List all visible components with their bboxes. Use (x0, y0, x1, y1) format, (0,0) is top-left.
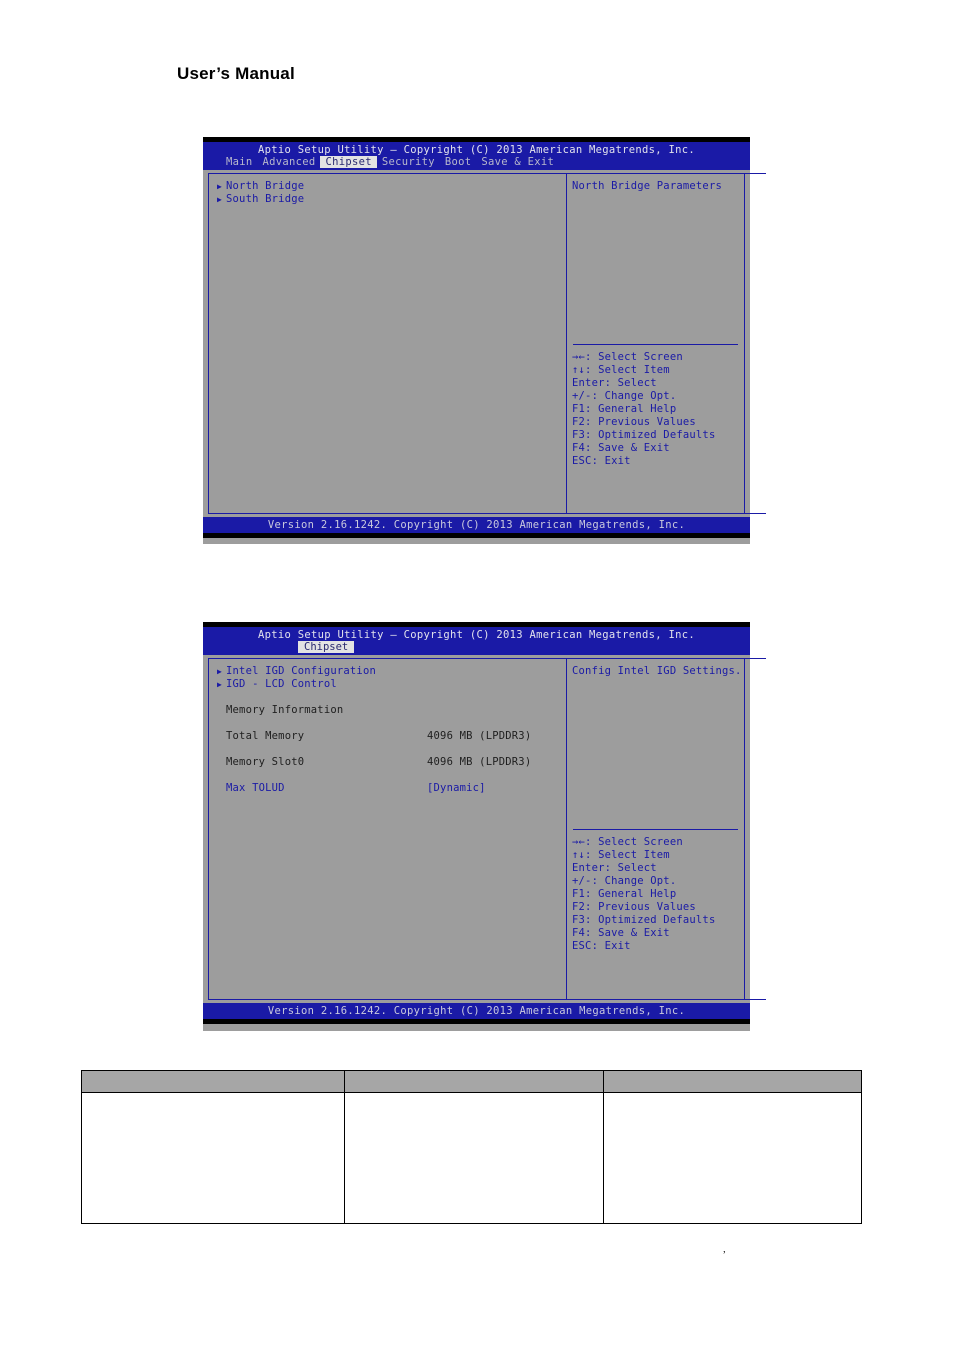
table-header (81, 1070, 862, 1093)
bios-help-divider (573, 344, 738, 345)
bios-title-bar: Aptio Setup Utility – Copyright (C) 2013… (203, 627, 750, 655)
bios-menu-item-main[interactable]: Main (221, 156, 258, 168)
table-cell (603, 1092, 862, 1224)
submenu-arrow-icon: ▶ (217, 195, 223, 204)
bios-row-label: Total Memory (226, 730, 305, 742)
bios-menu-item-boot[interactable]: Boot (440, 156, 477, 168)
bios-bottom-strip (203, 1019, 750, 1024)
table-body (81, 1092, 862, 1224)
submenu-arrow-icon: ▶ (217, 667, 223, 676)
bios-menu-item-security[interactable]: Security (377, 156, 440, 168)
footer-mark: , (723, 1243, 726, 1255)
bios-row-value: [Dynamic] (427, 782, 486, 794)
help-key-f1: F1: General Help (572, 888, 677, 900)
bios-menu-bar: Chipset (298, 641, 355, 653)
bios-item-label: North Bridge (226, 180, 305, 192)
settings-table (81, 1070, 862, 1224)
bios-title-text: Aptio Setup Utility – Copyright (C) 2013… (257, 629, 696, 641)
table-cell (344, 1092, 604, 1224)
bios-version-bar: Version 2.16.1242. Copyright (C) 2013 Am… (203, 517, 750, 533)
bios-menu-item-save-exit[interactable]: Save & Exit (476, 156, 559, 168)
help-key-change-opt: +/-: Change Opt. (572, 390, 677, 402)
help-key-f2: F2: Previous Values (572, 901, 696, 913)
bios-bottom-strip (203, 533, 750, 538)
help-key-enter: Enter: Select (572, 862, 657, 874)
table-header-cell-2 (344, 1070, 604, 1093)
help-key-f4: F4: Save & Exit (572, 927, 670, 939)
help-key-f3: F3: Optimized Defaults (572, 429, 716, 441)
bios-row-value: 4096 MB (LPDDR3) (427, 756, 532, 768)
help-key-select-screen: →←: Select Screen (572, 351, 683, 363)
bios-row-label: Memory Slot0 (226, 756, 305, 768)
help-key-esc: ESC: Exit (572, 940, 631, 952)
help-key-select-item: ↑↓: Select Item (572, 364, 670, 376)
page-title: User’s Manual (177, 64, 295, 83)
bios-item-label: South Bridge (226, 193, 305, 205)
bios-menu-item-advanced[interactable]: Advanced (258, 156, 321, 168)
help-key-enter: Enter: Select (572, 377, 657, 389)
bios-section-label: Memory Information (226, 704, 344, 716)
help-key-f3: F3: Optimized Defaults (572, 914, 716, 926)
help-key-f1: F1: General Help (572, 403, 677, 415)
bios-row-value: 4096 MB (LPDDR3) (427, 730, 532, 742)
table-cell (81, 1092, 345, 1224)
bios-menu-item-chipset[interactable]: Chipset (320, 156, 377, 168)
submenu-arrow-icon: ▶ (217, 680, 223, 689)
bios-help-panel: North Bridge Parameters →←: Select Scree… (566, 173, 745, 514)
bios-body: ▶ Intel IGD Configuration ▶ IGD - LCD Co… (203, 655, 766, 1003)
bios-title-bar: Aptio Setup Utility – Copyright (C) 2013… (203, 142, 750, 170)
bios-help-keys: →←: Select Screen ↑↓: Select Item Enter:… (572, 836, 715, 953)
table-header-row (81, 1070, 862, 1093)
bios-help-keys: →←: Select Screen ↑↓: Select Item Enter:… (572, 351, 715, 468)
table-header-cell-3 (603, 1070, 862, 1093)
help-key-change-opt: +/-: Change Opt. (572, 875, 677, 887)
help-key-select-item: ↑↓: Select Item (572, 849, 670, 861)
bios-title-text: Aptio Setup Utility – Copyright (C) 2013… (257, 144, 696, 156)
bios-version-bar: Version 2.16.1242. Copyright (C) 2013 Am… (203, 1003, 750, 1019)
bios-help-panel: Config Intel IGD Settings. →←: Select Sc… (566, 658, 745, 1000)
bios-help-divider (573, 829, 738, 830)
table-row (81, 1092, 862, 1224)
table-header-cell-1 (81, 1070, 345, 1093)
bios-body: ▶ North Bridge ▶ South Bridge North Brid… (203, 170, 766, 517)
bios-menu-item-chipset[interactable]: Chipset (298, 641, 355, 653)
bios-help-description: North Bridge Parameters (572, 180, 722, 192)
help-key-select-screen: →←: Select Screen (572, 836, 683, 848)
bios-item-label: Intel IGD Configuration (226, 665, 376, 677)
bios-row-label: Max TOLUD (226, 782, 285, 794)
help-key-f2: F2: Previous Values (572, 416, 696, 428)
bios-screenshot-north-bridge: Aptio Setup Utility – Copyright (C) 2013… (203, 622, 766, 1031)
bios-help-description: Config Intel IGD Settings. (572, 665, 742, 677)
bios-menu-bar: Main Advanced Chipset Security Boot Save… (221, 156, 559, 168)
bios-item-label: IGD - LCD Control (226, 678, 337, 690)
help-key-f4: F4: Save & Exit (572, 442, 670, 454)
bios-screenshot-chipset-main: Aptio Setup Utility – Copyright (C) 2013… (203, 137, 766, 544)
help-key-esc: ESC: Exit (572, 455, 631, 467)
submenu-arrow-icon: ▶ (217, 182, 223, 191)
